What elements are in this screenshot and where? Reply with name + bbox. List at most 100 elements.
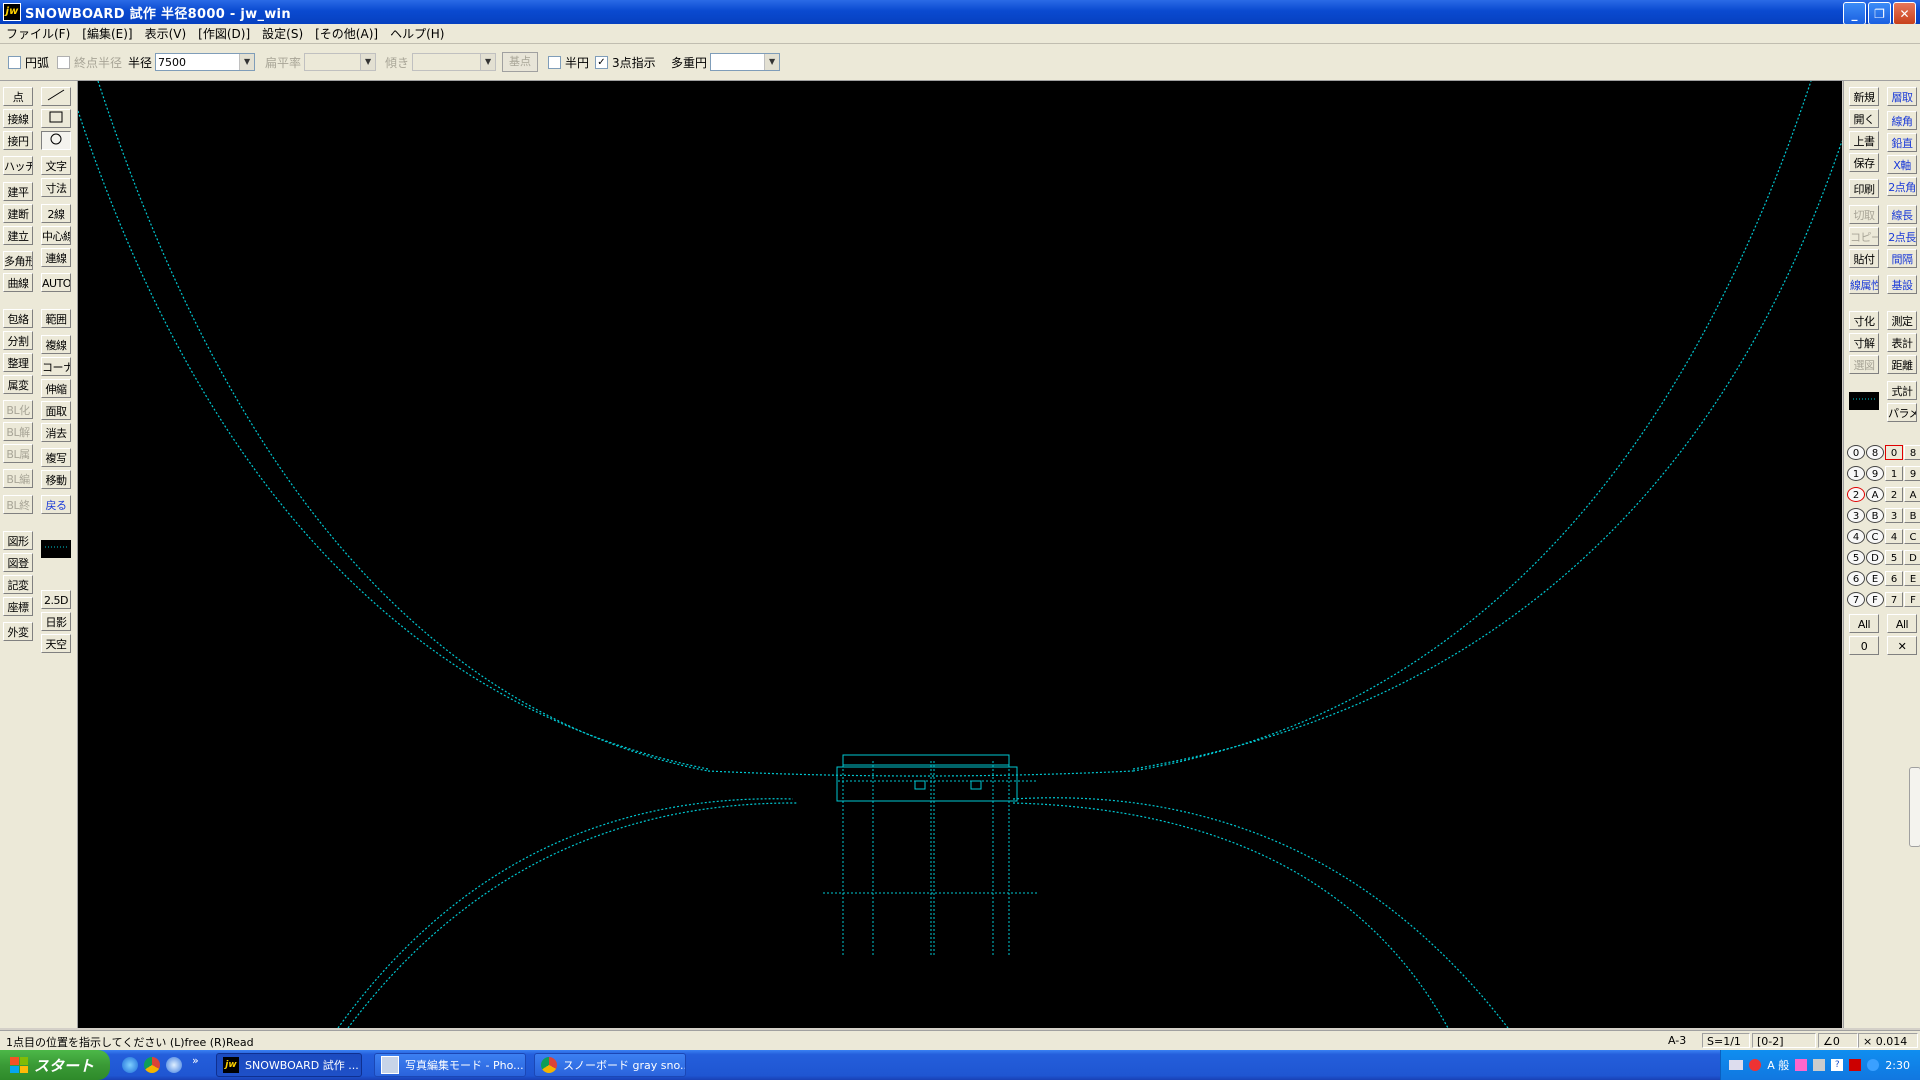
layer-button-1[interactable]: 1 <box>1885 466 1903 481</box>
menu-view[interactable]: 表示(V) <box>139 25 193 42</box>
side-scroll-handle[interactable] <box>1909 767 1920 847</box>
quicklaunch-more-icon[interactable]: » <box>192 1054 199 1067</box>
tool-circle[interactable] <box>41 131 71 150</box>
arc-checkbox[interactable] <box>8 55 21 69</box>
tool-block-edit[interactable]: BL編 <box>3 469 33 488</box>
mount-point-right[interactable] <box>970 780 982 790</box>
layer-group-button-C[interactable]: C <box>1866 529 1884 544</box>
start-button[interactable]: スタート <box>0 1050 110 1080</box>
tool-range[interactable]: 範囲 <box>41 309 71 328</box>
layer-button-2[interactable]: 2 <box>1885 487 1903 502</box>
cad-drawing[interactable] <box>77 80 1843 1029</box>
tool-corner[interactable]: コーナー <box>41 357 71 376</box>
media-icon[interactable] <box>166 1057 182 1073</box>
tool-overwrite[interactable]: 上書 <box>1849 131 1879 150</box>
layer-group-button-4[interactable]: 4 <box>1847 529 1865 544</box>
line-type-preview[interactable] <box>39 538 73 560</box>
layer-button-A[interactable]: A <box>1904 487 1920 502</box>
tool-paste[interactable]: 貼付 <box>1849 249 1879 268</box>
tool-layer-get[interactable]: 層取 <box>1887 87 1917 106</box>
mount-point-left[interactable] <box>914 780 926 790</box>
tool-sky[interactable]: 天空 <box>41 634 71 653</box>
tool-dimension[interactable]: 寸法 <box>41 178 71 197</box>
layer-group-button-3[interactable]: 3 <box>1847 508 1865 523</box>
layer-button-9[interactable]: 9 <box>1904 466 1920 481</box>
tool-symbol-change[interactable]: 記変 <box>3 575 33 594</box>
binding-plate[interactable] <box>836 766 1018 802</box>
base-point-button[interactable]: 基点 <box>502 52 538 72</box>
tool-block-create[interactable]: BL化 <box>3 400 33 419</box>
tool-dim-group[interactable]: 寸化 <box>1849 311 1879 330</box>
chevron-down-icon[interactable]: ▼ <box>764 54 780 70</box>
menu-settings[interactable]: 設定(S) <box>256 25 309 42</box>
tool-two-point-angle[interactable]: 2点角 <box>1887 177 1917 196</box>
keyboard-icon[interactable] <box>1729 1060 1744 1070</box>
lower-arc-right-2[interactable] <box>1012 797 1509 1029</box>
close-button[interactable]: ✕ <box>1893 2 1916 25</box>
menu-help[interactable]: ヘルプ(H) <box>384 25 450 42</box>
tool-formula-calc[interactable]: 式計 <box>1887 381 1917 400</box>
tool-copy-clip[interactable]: コピー <box>1849 227 1879 246</box>
tool-stretch[interactable]: 伸縮 <box>41 379 71 398</box>
tool-interval[interactable]: 間隔 <box>1887 249 1917 268</box>
layer-group-button-2[interactable]: 2 <box>1847 487 1865 502</box>
tool-external-change[interactable]: 外変 <box>3 622 33 641</box>
radius-combo[interactable]: 7500 ▼ <box>155 53 256 71</box>
tool-two-point-length[interactable]: 2点長 <box>1887 227 1917 246</box>
layer-group-button-D[interactable]: D <box>1866 550 1884 565</box>
layer-group-button-F[interactable]: F <box>1866 592 1884 607</box>
layer-group-all-button[interactable]: All <box>1849 614 1879 633</box>
tool-continuous-line[interactable]: 連線 <box>41 248 71 267</box>
tool-coordinates[interactable]: 座標 <box>3 597 33 616</box>
status-angle[interactable]: ∠0 <box>1818 1033 1858 1048</box>
layer-group-button-1[interactable]: 1 <box>1847 466 1865 481</box>
tool-tangent-line[interactable]: 接線 <box>3 109 33 128</box>
layer-group-button-E[interactable]: E <box>1866 571 1884 586</box>
tool-tangent-circle[interactable]: 接円 <box>3 131 33 150</box>
restore-button[interactable]: ❐ <box>1868 2 1891 25</box>
tool-auto[interactable]: AUTO <box>41 273 71 292</box>
tool-select-figure[interactable]: 選図 <box>1849 355 1879 374</box>
arc-checkbox-group[interactable]: 円弧 <box>8 52 49 72</box>
tool-attribute-change[interactable]: 属変 <box>3 375 33 394</box>
tool-building-elevation[interactable]: 建立 <box>3 226 33 245</box>
tool-line-angle[interactable]: 線角 <box>1887 111 1917 130</box>
tool-center-line[interactable]: 中心線 <box>41 226 71 245</box>
layer-group-button-9[interactable]: 9 <box>1866 466 1884 481</box>
taskbar-item-jwwin[interactable]: jw SNOWBOARD 試作 ... <box>216 1053 362 1077</box>
tool-erase[interactable]: 消去 <box>41 423 71 442</box>
ime-indicator[interactable]: A 般 <box>1767 1057 1789 1073</box>
tool-open[interactable]: 開く <box>1849 109 1879 128</box>
lower-arc-left-2[interactable] <box>337 798 794 1029</box>
half-circle-checkbox[interactable] <box>548 55 561 69</box>
upper-arc-right-1[interactable] <box>1132 80 1812 772</box>
tool-move[interactable]: 移動 <box>41 470 71 489</box>
ime-tool-icon[interactable] <box>1795 1059 1808 1071</box>
tool-cut[interactable]: 切取 <box>1849 205 1879 224</box>
layer-group-button-0[interactable]: 0 <box>1847 445 1865 460</box>
status-scale[interactable]: S=1/1 <box>1702 1033 1750 1048</box>
layer-group-button-5[interactable]: 5 <box>1847 550 1865 565</box>
ie-icon[interactable] <box>122 1057 138 1073</box>
tool-building-section[interactable]: 建断 <box>3 204 33 223</box>
status-paper[interactable]: A-3 <box>1664 1033 1704 1048</box>
tool-line[interactable] <box>41 87 71 106</box>
layer-button-B[interactable]: B <box>1904 508 1920 523</box>
tray-clock[interactable]: 2:30 <box>1885 1059 1910 1072</box>
tool-curve[interactable]: 曲線 <box>3 273 33 292</box>
tool-block-explode[interactable]: BL解 <box>3 422 33 441</box>
menu-edit[interactable]: [編集(E)] <box>76 25 138 42</box>
tool-text[interactable]: 文字 <box>41 156 71 175</box>
tool-2-5d[interactable]: 2.5D <box>41 590 71 609</box>
status-zoom[interactable]: × 0.014 <box>1858 1033 1918 1048</box>
layer-button-C[interactable]: C <box>1904 529 1920 544</box>
layer-button-3[interactable]: 3 <box>1885 508 1903 523</box>
security-icon[interactable] <box>1749 1059 1762 1071</box>
tool-copy[interactable]: 複写 <box>41 448 71 467</box>
minimize-button[interactable]: _ <box>1843 2 1866 25</box>
upper-arc-right-2[interactable] <box>1132 140 1843 770</box>
half-circle-checkbox-group[interactable]: 半円 <box>548 52 589 72</box>
tool-save[interactable]: 保存 <box>1849 153 1879 172</box>
status-layer[interactable]: [0-2] <box>1752 1033 1816 1048</box>
right-line-type-preview[interactable] <box>1847 390 1881 412</box>
